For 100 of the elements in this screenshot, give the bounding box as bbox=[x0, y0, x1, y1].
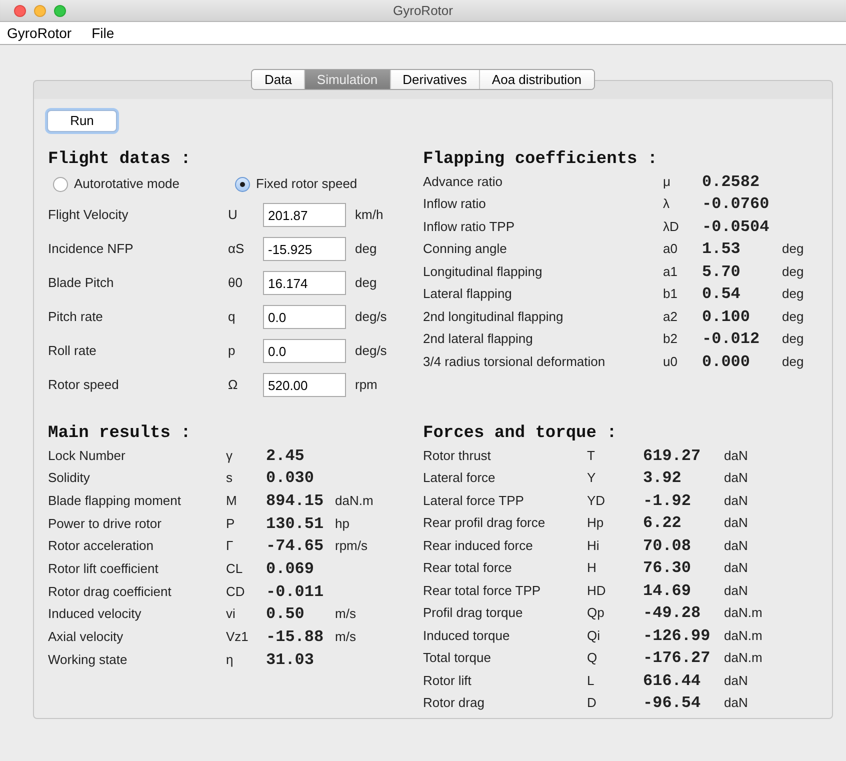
result-unit: daN bbox=[724, 492, 748, 510]
radio-button[interactable] bbox=[53, 176, 68, 192]
result-unit: deg bbox=[782, 262, 804, 281]
result-unit: deg bbox=[782, 308, 804, 326]
field-symbol: p bbox=[228, 342, 236, 360]
result-label: Inflow ratio TPP bbox=[423, 218, 516, 236]
input-field[interactable]: 0.0 bbox=[263, 305, 346, 329]
result-value: 70.08 bbox=[643, 536, 692, 554]
result-unit: daN bbox=[724, 469, 748, 487]
result-label: 3/4 radius torsional deformation bbox=[423, 352, 606, 370]
close-icon[interactable] bbox=[14, 5, 26, 17]
result-value: -0.011 bbox=[266, 582, 324, 601]
field-label: Rotor speed bbox=[48, 376, 120, 394]
result-unit: deg bbox=[782, 285, 804, 303]
field-unit: deg bbox=[355, 240, 377, 258]
result-label: Lock Number bbox=[48, 446, 126, 465]
run-button[interactable]: Run bbox=[47, 110, 117, 132]
result-unit: daN bbox=[724, 582, 748, 600]
result-symbol: T bbox=[587, 446, 596, 464]
result-label: Working state bbox=[48, 650, 128, 669]
result-symbol: Qp bbox=[587, 604, 606, 622]
radio-label: Fixed rotor speed bbox=[256, 175, 358, 194]
result-value: -49.28 bbox=[643, 604, 701, 622]
result-value: -0.0760 bbox=[702, 195, 770, 213]
tab[interactable]: Derivatives bbox=[390, 70, 479, 89]
result-symbol: Q bbox=[587, 649, 598, 667]
result-label: Total torque bbox=[423, 649, 492, 667]
result-symbol: Vz1 bbox=[226, 628, 250, 646]
field-symbol: Ω bbox=[228, 376, 239, 394]
result-symbol: μ bbox=[663, 172, 672, 190]
field-symbol: αS bbox=[228, 240, 246, 258]
result-value: 0.50 bbox=[266, 605, 304, 624]
input-field[interactable]: 520.00 bbox=[263, 373, 346, 397]
result-symbol: M bbox=[226, 492, 238, 510]
result-symbol: Hp bbox=[587, 514, 605, 532]
result-symbol: a0 bbox=[663, 240, 678, 258]
result-value: 31.03 bbox=[266, 650, 314, 669]
tab[interactable]: Aoa distribution bbox=[478, 70, 594, 89]
result-label: Lateral force TPP bbox=[423, 492, 525, 510]
input-field[interactable]: -15.925 bbox=[263, 237, 346, 261]
field-label: Blade Pitch bbox=[48, 274, 115, 292]
result-unit: daN.m bbox=[724, 604, 762, 622]
tab[interactable]: Data bbox=[252, 70, 304, 89]
result-label: Solidity bbox=[48, 469, 91, 488]
result-unit: deg bbox=[782, 330, 804, 348]
field-symbol: θ0 bbox=[228, 274, 244, 292]
result-label: Induced velocity bbox=[48, 605, 142, 624]
result-label: 2nd longitudinal flapping bbox=[423, 308, 564, 326]
result-symbol: a2 bbox=[663, 308, 678, 326]
result-value: 76.30 bbox=[643, 559, 692, 577]
result-label: Lateral flapping bbox=[423, 285, 513, 303]
minimize-icon[interactable] bbox=[34, 5, 46, 17]
result-value: -74.65 bbox=[266, 537, 324, 556]
result-value: 616.44 bbox=[643, 672, 701, 690]
result-value: 0.069 bbox=[266, 560, 314, 578]
result-value: -1.92 bbox=[643, 492, 692, 510]
result-symbol: λD bbox=[663, 218, 680, 236]
result-label: Blade flapping moment bbox=[48, 492, 182, 510]
result-unit: daN bbox=[724, 559, 748, 577]
field-label: Flight Velocity bbox=[48, 206, 130, 224]
result-symbol: CD bbox=[226, 582, 246, 601]
maximize-icon[interactable] bbox=[54, 5, 66, 17]
result-value: 619.27 bbox=[643, 446, 701, 464]
result-unit: daN bbox=[724, 536, 748, 554]
result-label: Power to drive rotor bbox=[48, 514, 162, 533]
result-symbol: a1 bbox=[663, 262, 678, 280]
result-value: -15.88 bbox=[266, 628, 324, 646]
result-unit: m/s bbox=[335, 605, 356, 624]
result-unit: daN bbox=[724, 446, 748, 464]
result-unit: rpm/s bbox=[335, 537, 368, 556]
menu-item[interactable]: File bbox=[92, 22, 114, 44]
result-symbol: Hi bbox=[587, 536, 600, 554]
result-value: -126.99 bbox=[643, 626, 710, 644]
input-field[interactable]: 16.174 bbox=[263, 271, 346, 295]
field-symbol: q bbox=[228, 308, 236, 326]
result-value: 14.69 bbox=[643, 582, 692, 600]
result-symbol: CL bbox=[226, 560, 244, 578]
result-unit: m/s bbox=[335, 628, 356, 646]
result-symbol: H bbox=[587, 559, 598, 577]
menu-item[interactable]: GyroRotor bbox=[7, 22, 72, 44]
result-value: -96.54 bbox=[643, 694, 701, 712]
result-symbol: Γ bbox=[226, 537, 234, 556]
input-field[interactable]: 0.0 bbox=[263, 339, 346, 363]
result-unit: daN.m bbox=[724, 649, 762, 667]
result-value: 2.45 bbox=[266, 446, 304, 465]
radio-label: Autorotative mode bbox=[74, 175, 180, 194]
radio-button[interactable] bbox=[235, 176, 250, 192]
result-label: Rotor drag coefficient bbox=[48, 582, 172, 601]
section-heading: Forces and torque : bbox=[423, 424, 617, 442]
result-unit: daN bbox=[724, 694, 748, 712]
result-label: Longitudinal flapping bbox=[423, 262, 544, 281]
result-symbol: b1 bbox=[663, 285, 678, 303]
result-symbol: YD bbox=[587, 492, 606, 510]
result-symbol: Y bbox=[587, 469, 597, 487]
result-label: Rotor acceleration bbox=[48, 537, 154, 556]
input-field[interactable]: 201.87 bbox=[263, 203, 346, 227]
result-label: Profil drag torque bbox=[423, 604, 524, 622]
field-symbol: U bbox=[228, 206, 238, 224]
field-unit: deg/s bbox=[355, 308, 387, 326]
result-label: Conning angle bbox=[423, 240, 508, 258]
